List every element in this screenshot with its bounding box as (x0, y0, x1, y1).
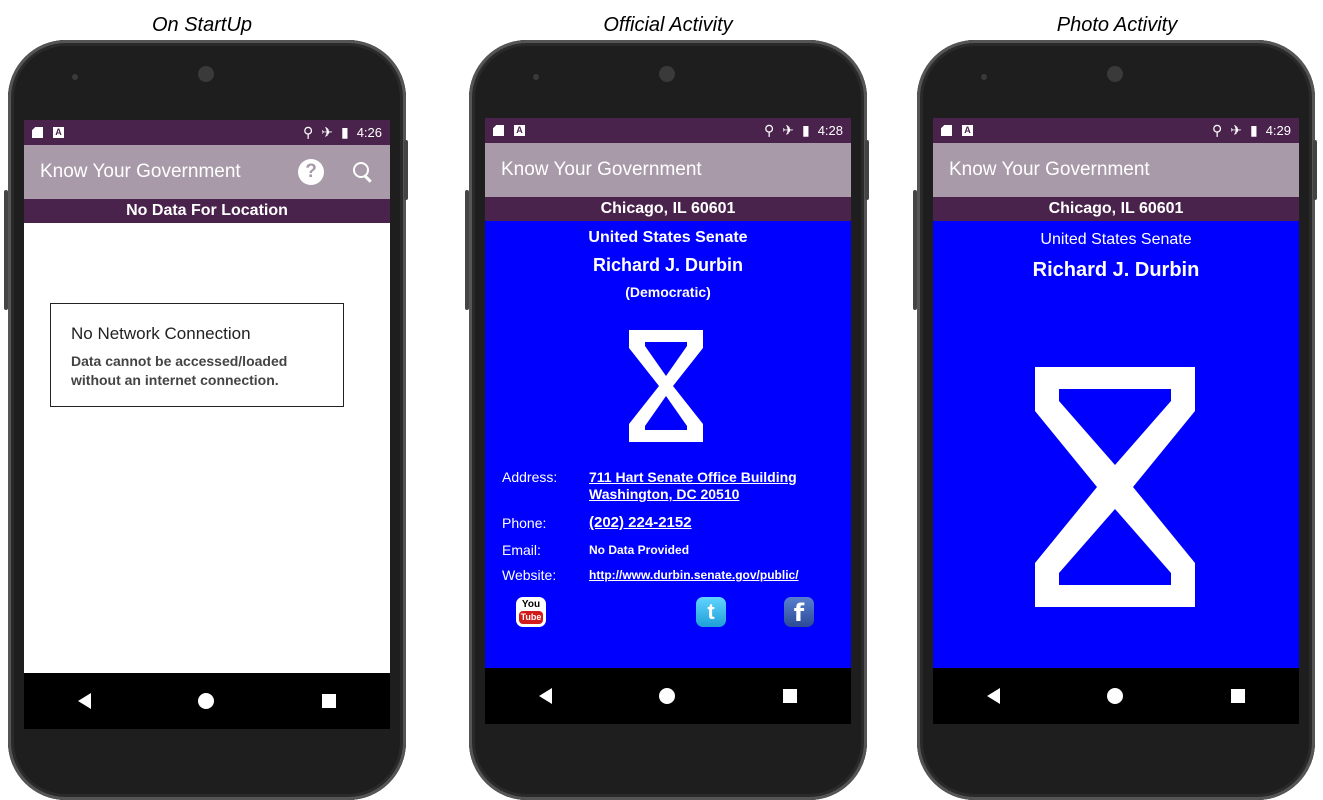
home-icon[interactable] (1107, 688, 1124, 704)
sd-card-icon (941, 125, 952, 136)
power-button (865, 140, 869, 200)
location-pin-icon: ⚲ (1211, 122, 1223, 138)
volume-button (4, 190, 8, 310)
official-name: Richard J. Durbin (1032, 259, 1200, 281)
location-bar: Chicago, IL 60601 (933, 197, 1299, 221)
status-bar: A ⚲ ✈ ▮ 4:29 (933, 118, 1299, 143)
power-button (404, 140, 408, 200)
caption-photo-activity: Photo Activity (1056, 14, 1178, 36)
phone-official: A ⚲ ✈ ▮ 4:28 Know Your Government Chicag… (465, 40, 869, 800)
sd-card-icon (493, 125, 504, 136)
battery-icon: ▮ (1249, 122, 1258, 138)
official-name: Richard J. Durbin (592, 255, 744, 275)
help-icon[interactable]: ? (298, 159, 324, 185)
dialog-title: No Network Connection (71, 324, 251, 343)
back-icon[interactable] (538, 688, 552, 704)
app-bar: Know Your Government ? (24, 145, 390, 199)
battery-icon: ▮ (801, 122, 810, 138)
address-link[interactable]: 711 Hart Senate Office Building Washingt… (589, 469, 797, 503)
address-label: Address: (502, 469, 558, 485)
home-icon[interactable] (198, 693, 215, 709)
office-title: United States Senate (1040, 231, 1192, 248)
photo-view: United States Senate Richard J. Durbin (933, 221, 1299, 668)
recents-icon[interactable] (783, 689, 798, 703)
back-icon[interactable] (986, 688, 1000, 704)
website-label: Website: (502, 567, 557, 583)
status-time: 4:29 (1265, 123, 1291, 138)
phone-startup: A ⚲ ✈ ▮ 4:26 Know Your Government ? No D… (4, 40, 408, 800)
notification-a-icon: A (514, 125, 525, 136)
sensor-icon (72, 74, 78, 80)
volume-button (465, 190, 469, 310)
screen-official: A ⚲ ✈ ▮ 4:28 Know Your Government Chicag… (485, 118, 851, 724)
youtube-icon[interactable]: You Tube (516, 597, 546, 627)
email-label: Email: (502, 542, 541, 558)
phone-label: Phone: (502, 515, 547, 531)
status-time: 4:26 (356, 125, 382, 140)
camera-icon (659, 66, 675, 82)
no-network-dialog: No Network Connection Data cannot be acc… (50, 303, 344, 407)
power-button (1313, 140, 1317, 200)
email-value: No Data Provided (589, 543, 690, 557)
website-link[interactable]: http://www.durbin.senate.gov/public/ (589, 568, 799, 582)
camera-icon (198, 66, 214, 82)
screen-photo: A ⚲ ✈ ▮ 4:29 Know Your Government Chicag… (933, 118, 1299, 724)
location-pin-icon: ⚲ (763, 122, 775, 138)
caption-startup: On StartUp (151, 14, 253, 36)
volume-button (913, 190, 917, 310)
phone-photo: A ⚲ ✈ ▮ 4:29 Know Your Government Chicag… (913, 40, 1317, 800)
sd-card-icon (32, 127, 43, 138)
twitter-icon[interactable]: t (696, 597, 726, 627)
app-bar: Know Your Government (933, 143, 1299, 197)
screen-startup: A ⚲ ✈ ▮ 4:26 Know Your Government ? No D… (24, 120, 390, 729)
app-title: Know Your Government (501, 159, 702, 180)
airplane-icon: ✈ (1230, 122, 1242, 138)
status-bar: A ⚲ ✈ ▮ 4:26 (24, 120, 390, 145)
office-title: United States Senate (588, 229, 748, 246)
home-icon[interactable] (659, 688, 676, 704)
nav-bar (24, 673, 390, 729)
back-icon[interactable] (77, 693, 91, 709)
location-bar: Chicago, IL 60601 (485, 197, 851, 221)
hourglass-placeholder-icon (629, 330, 703, 442)
recents-icon[interactable] (1231, 689, 1246, 703)
status-bar: A ⚲ ✈ ▮ 4:28 (485, 118, 851, 143)
official-details: United States Senate Richard J. Durbin (… (485, 221, 851, 668)
sensor-icon (981, 74, 987, 80)
notification-a-icon: A (53, 127, 64, 138)
status-time: 4:28 (817, 123, 843, 138)
caption-official-activity: Official Activity (603, 14, 733, 36)
location-bar: No Data For Location (24, 199, 390, 223)
facebook-icon[interactable]: f (784, 597, 814, 627)
notification-a-icon: A (962, 125, 973, 136)
dialog-message: Data cannot be accessed/loaded without a… (71, 353, 288, 388)
app-bar: Know Your Government (485, 143, 851, 197)
battery-icon: ▮ (340, 124, 349, 140)
search-icon[interactable] (352, 161, 374, 183)
phone-link[interactable]: (202) 224-2152 (589, 514, 692, 531)
camera-icon (1107, 66, 1123, 82)
airplane-icon: ✈ (782, 122, 794, 138)
location-pin-icon: ⚲ (302, 124, 314, 140)
nav-bar (485, 668, 851, 724)
app-title: Know Your Government (40, 161, 241, 182)
nav-bar (933, 668, 1299, 724)
official-party: (Democratic) (625, 284, 711, 300)
airplane-icon: ✈ (321, 124, 333, 140)
sensor-icon (533, 74, 539, 80)
recents-icon[interactable] (322, 694, 337, 708)
app-title: Know Your Government (949, 159, 1150, 180)
hourglass-placeholder-icon[interactable] (1029, 361, 1201, 613)
